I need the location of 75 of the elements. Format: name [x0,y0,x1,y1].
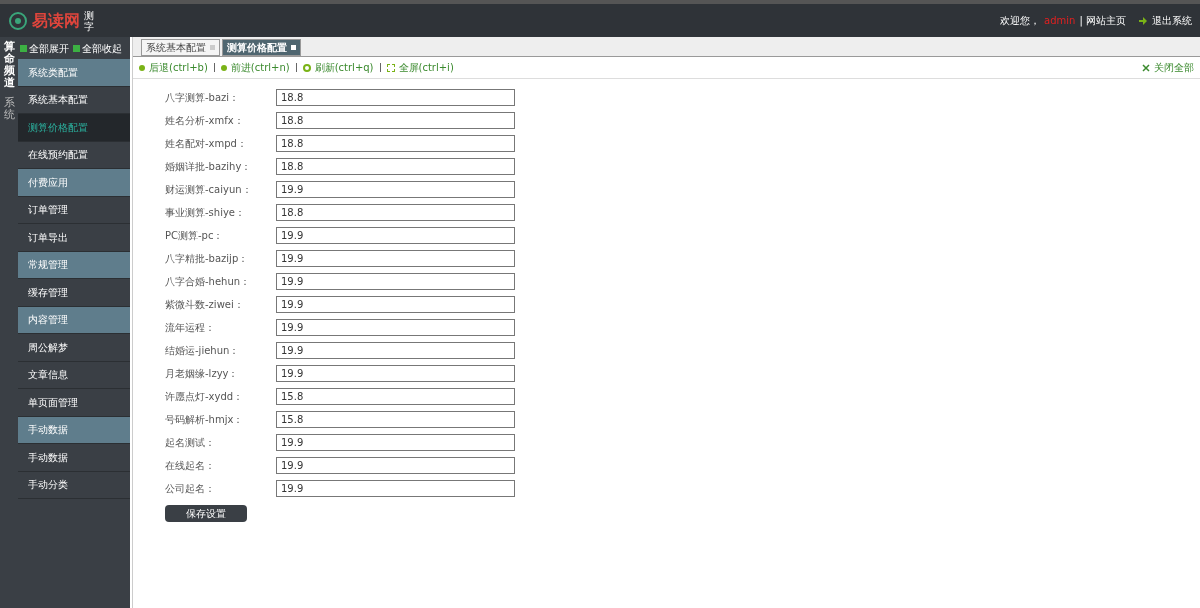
field-label: 紫微斗数-ziwei： [165,297,245,312]
field-label: 号码解析-hmjx： [165,412,245,427]
price-input[interactable]: 18.8 [276,134,515,152]
field-label: 姓名分析-xmfx： [165,113,245,128]
price-input[interactable]: 19.9 [276,249,515,267]
sidebar-action-link[interactable]: 全部收起 [82,40,122,56]
field-label: 事业测算-shiye： [165,205,246,220]
close-icon [1142,63,1150,72]
vertical-nav-tab[interactable]: 系统 [3,97,15,122]
price-input[interactable]: 18.8 [276,88,515,106]
sidebar-item[interactable]: 缓存管理 [18,279,130,307]
field-label: PC测算-pc： [165,228,225,243]
username: admin [1044,14,1076,28]
close-all-link[interactable]: 关闭全部 [1154,60,1194,75]
field-label: 在线起名： [165,458,216,473]
price-input[interactable]: 19.9 [276,295,515,313]
toolbar-link[interactable]: 刷新(ctrl+q) [314,60,374,75]
toolbar-link[interactable]: 前进(ctrl+n) [230,60,290,75]
field-label: 八字精批-bazijp： [165,251,250,266]
price-input[interactable]: 18.8 [276,111,515,129]
price-input[interactable]: 18.8 [276,203,515,221]
sidebar-item[interactable]: 手动数据 [18,444,130,472]
tab[interactable]: 系统基本配置 [141,39,220,56]
field-label: 八字测算-bazi： [165,90,241,105]
price-input[interactable]: 15.8 [276,410,515,428]
sidebar-group-header[interactable]: 常规管理 [18,251,130,279]
price-input[interactable]: 19.9 [276,318,515,336]
price-input[interactable]: 19.9 [276,180,515,198]
field-label: 流年运程： [165,320,216,335]
sidebar-item[interactable]: 文章信息 [18,361,130,389]
save-button[interactable]: 保存设置 [165,505,247,522]
toggle-icon [73,44,80,52]
welcome-text: 欢迎您， [1000,14,1041,28]
field-label: 八字合婚-hehun： [165,274,252,289]
price-input[interactable]: 19.9 [276,226,515,244]
field-label: 月老姻缘-lzyy： [165,366,240,381]
logout-link[interactable]: 退出系统 [1152,13,1192,28]
sidebar-item[interactable]: 订单导出 [18,224,130,252]
sidebar-item[interactable]: 单页面管理 [18,389,130,417]
field-label: 许愿点灯-xydd： [165,389,245,404]
logo-icon [8,10,28,31]
sidebar-group-header[interactable]: 付费应用 [18,169,130,197]
toolbar-link[interactable]: 全屏(ctrl+i) [398,60,454,75]
field-label: 姓名配对-xmpd： [165,136,248,151]
sidebar-group-header[interactable]: 手动数据 [18,416,130,444]
sidebar-group-header[interactable]: 内容管理 [18,306,130,334]
price-input[interactable]: 19.9 [276,456,515,474]
refresh-icon [302,63,311,72]
logo-tag: 测字 [84,9,94,32]
price-input[interactable]: 19.9 [276,364,515,382]
price-input[interactable]: 18.8 [276,157,515,175]
price-input[interactable]: 19.9 [276,433,515,451]
sidebar-item[interactable]: 手动分类 [18,471,130,499]
field-label: 起名测试： [165,435,216,450]
exit-arrow-icon [1138,15,1148,26]
sidebar-item[interactable]: 订单管理 [18,196,130,224]
sidebar-item[interactable]: 测算价格配置 [18,114,130,142]
price-input[interactable]: 19.9 [276,341,515,359]
sidebar-group-header[interactable]: 系统类配置 [18,59,130,87]
price-input[interactable]: 19.9 [276,479,515,497]
vertical-nav-tab[interactable]: 算命频道 [3,41,15,90]
price-input[interactable]: 19.9 [276,272,515,290]
home-link[interactable]: | 网站主页 [1079,13,1126,28]
tab[interactable]: 测算价格配置 [222,39,301,56]
field-label: 公司起名： [165,481,216,496]
field-label: 婚姻详批-bazihy： [165,159,253,174]
price-input[interactable]: 15.8 [276,387,515,405]
toolbar-link[interactable]: 后退(ctrl+b) [149,60,208,75]
field-label: 结婚运-jiehun： [165,343,241,358]
toggle-icon [20,44,27,52]
sidebar-action-link[interactable]: 全部展开 [29,40,69,56]
logo-text: 易读网 [32,9,80,32]
sidebar-item[interactable]: 周公解梦 [18,334,130,362]
field-label: 财运测算-caiyun： [165,182,253,197]
fullscreen-icon [386,63,395,72]
